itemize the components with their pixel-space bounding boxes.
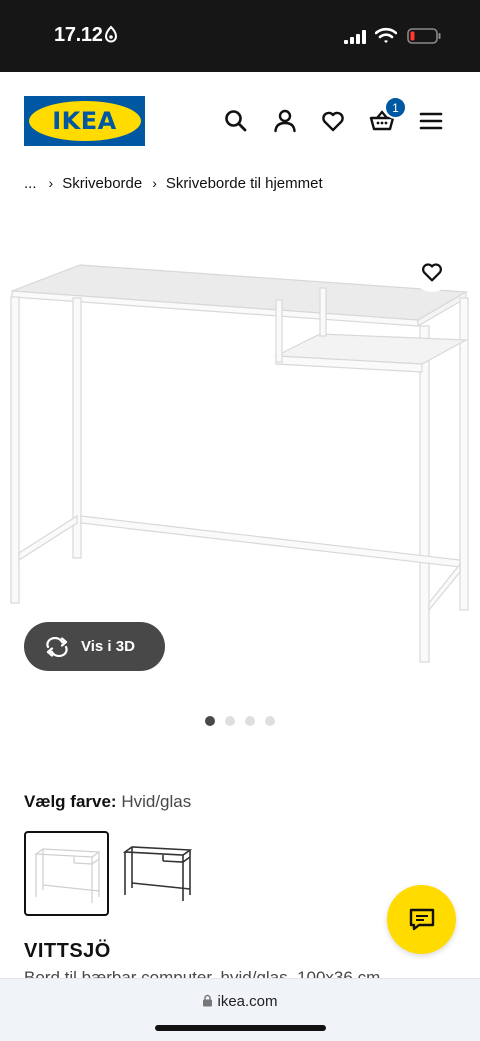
status-time: 17.12 (54, 24, 103, 46)
product-name: VITTSJÖ (24, 940, 111, 962)
rotate-3d-icon (46, 636, 68, 657)
heart-icon (422, 263, 442, 282)
black-table-thumbnail (122, 846, 193, 901)
chat-button[interactable] (387, 885, 456, 954)
url-display[interactable]: ikea.com (0, 993, 480, 1010)
gallery-dot-2[interactable] (225, 716, 235, 726)
chat-icon (409, 908, 434, 930)
ikea-logo[interactable]: IKEA (24, 96, 145, 146)
color-label-text: Vælg farve: (24, 792, 117, 811)
breadcrumb-ellipsis[interactable]: ... (24, 175, 37, 192)
breadcrumb-item-skriveborde-til-hjemmet[interactable]: Skriveborde til hjemmet (166, 175, 323, 192)
home-indicator[interactable] (155, 1025, 326, 1031)
chevron-right-icon: › (48, 175, 54, 191)
add-to-favourites-button[interactable] (412, 252, 452, 292)
search-icon[interactable] (223, 108, 249, 134)
gallery-dot-1[interactable] (205, 716, 215, 726)
view-in-3d-label: Vis i 3D (81, 638, 135, 655)
white-table-thumbnail (34, 848, 101, 903)
logo-text: IKEA (52, 107, 117, 135)
battery-icon (407, 28, 441, 44)
breadcrumb: ... › Skriveborde › Skriveborde til hjem… (24, 172, 323, 194)
menu-icon[interactable] (418, 108, 444, 134)
gallery-pagination (205, 716, 275, 726)
logo-oval: IKEA (28, 101, 141, 141)
color-picker-label: Vælg farve: Hvid/glas (24, 792, 191, 812)
chevron-right-icon: › (152, 175, 157, 191)
product-image[interactable] (0, 248, 480, 678)
cart-count-badge: 1 (384, 96, 407, 119)
view-in-3d-button[interactable]: Vis i 3D (24, 622, 165, 671)
browser-url-bar[interactable]: ikea.com (0, 978, 480, 1041)
color-swatch-black[interactable] (117, 831, 202, 916)
color-swatch-white[interactable] (24, 831, 109, 916)
color-selected-value: Hvid/glas (121, 792, 192, 811)
focus-icon (104, 25, 118, 43)
heart-icon[interactable] (320, 108, 346, 134)
gallery-dot-4[interactable] (265, 716, 275, 726)
gallery-dot-3[interactable] (245, 716, 255, 726)
wifi-icon (375, 27, 397, 43)
lock-icon (203, 994, 213, 1007)
user-icon[interactable] (272, 108, 298, 134)
signal-icon (344, 30, 366, 44)
site-header: IKEA 1 (0, 72, 480, 168)
url-text: ikea.com (217, 993, 278, 1010)
status-bar: 17.12 (0, 0, 480, 72)
breadcrumb-item-skriveborde[interactable]: Skriveborde (62, 175, 142, 192)
